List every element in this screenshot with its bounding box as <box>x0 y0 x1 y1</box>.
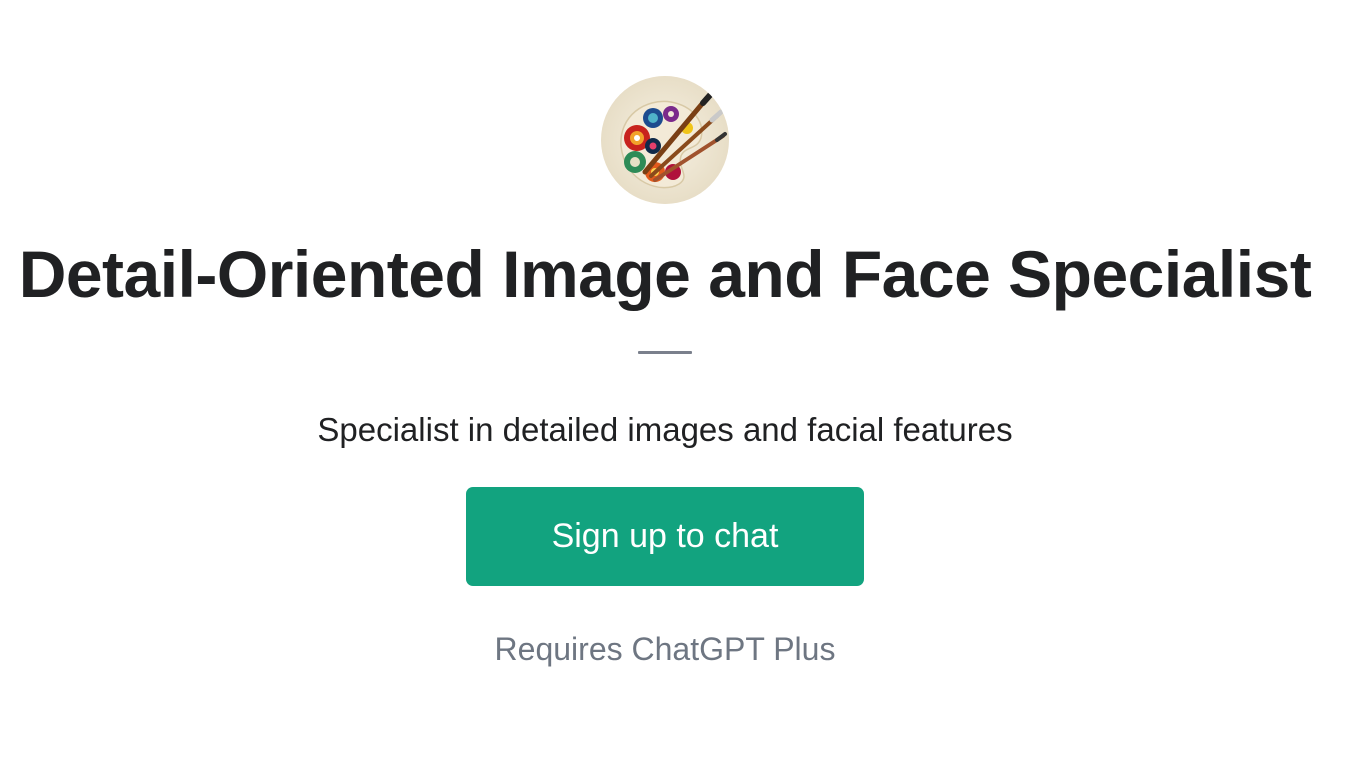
sign-up-to-chat-button[interactable]: Sign up to chat <box>466 487 864 586</box>
plan-requirement-note: Requires ChatGPT Plus <box>494 631 836 667</box>
gpt-landing-page: Detail-Oriented Image and Face Specialis… <box>0 0 1360 764</box>
page-title: Detail-Oriented Image and Face Specialis… <box>18 237 1312 311</box>
gpt-description: Specialist in detailed images and facial… <box>317 411 1013 448</box>
avatar <box>601 76 729 204</box>
title-divider <box>638 351 692 354</box>
painter-palette-brushes-icon <box>601 76 729 204</box>
